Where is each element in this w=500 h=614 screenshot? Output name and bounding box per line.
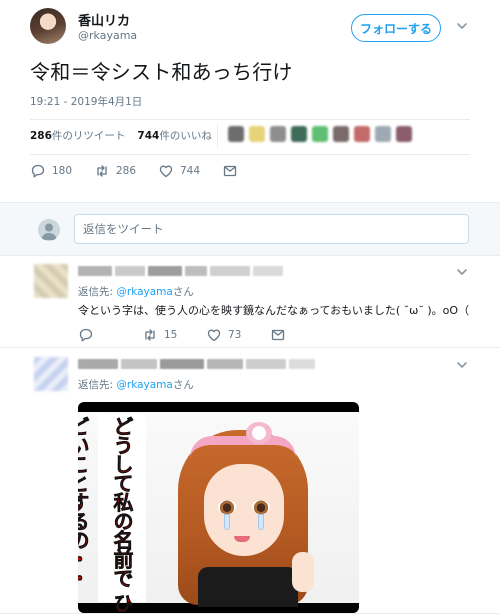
reply-button[interactable]: 180 <box>30 163 94 179</box>
retweet-button[interactable]: 15 <box>142 327 206 343</box>
user-avatar <box>38 219 60 241</box>
retweet-count: 15 <box>164 329 178 341</box>
dm-button[interactable] <box>270 327 334 343</box>
reply-icon <box>31 164 45 178</box>
reply-media-image[interactable]: どうして私の名前で ひどいことするの・・ <box>78 402 359 613</box>
retweet-button[interactable]: 286 <box>94 163 158 179</box>
default-user-icon <box>41 223 57 240</box>
tweet-stats: 286件のリツイート 744件のいいね <box>30 128 212 143</box>
like-button[interactable]: 73 <box>206 327 270 343</box>
reply-to-context: 返信先: @rkayamaさん <box>78 284 194 299</box>
retweet-icon <box>97 165 107 177</box>
doll-tear <box>258 514 264 530</box>
reply-to-context: 返信先: @rkayamaさん <box>78 377 194 392</box>
liker-avatar[interactable] <box>354 126 370 142</box>
like-count: 73 <box>228 329 242 341</box>
reply-icon <box>79 328 93 342</box>
doll-face <box>204 464 284 556</box>
reply-to-handle[interactable]: @rkayama <box>116 286 172 298</box>
reply-to-suffix: さん <box>172 379 194 391</box>
tweet-text: 令和＝令シスト和あっち行け <box>30 60 293 84</box>
reply-author-name-blurred[interactable] <box>78 359 315 369</box>
like-stat-label[interactable]: 件のいいね <box>159 130 212 142</box>
liker-avatar[interactable] <box>312 126 328 142</box>
heart-icon <box>207 329 221 342</box>
retweet-count-stat[interactable]: 286 <box>30 130 52 142</box>
doll-dress <box>198 567 298 607</box>
reply-tweet: 返信先: @rkayamaさん 令という字は、使う人の心を映す鏡なんだなぁってお… <box>0 256 500 348</box>
reply-to-prefix: 返信先: <box>78 286 117 298</box>
heart-icon <box>159 165 173 178</box>
doll-hand <box>292 552 314 592</box>
reply-button[interactable] <box>78 327 142 343</box>
liker-avatar[interactable] <box>333 126 349 142</box>
reply-to-prefix: 返信先: <box>78 379 117 391</box>
reply-text: 令という字は、使う人の心を映す鏡なんだなぁっておもいました( ˘ω˘ )。oO（ <box>78 304 470 317</box>
reply-to-handle[interactable]: @rkayama <box>116 379 172 391</box>
doll-tear <box>224 514 230 530</box>
retweet-count: 286 <box>116 165 137 177</box>
liker-avatar[interactable] <box>270 126 286 142</box>
retweet-icon <box>145 329 155 341</box>
stats-separator <box>217 124 218 148</box>
image-caption: どうして私の名前で ひどいことするの・・ <box>78 416 134 613</box>
reply-tweet: 返信先: @rkayamaさん どうして私の名前で ひどいことするの・・ <box>0 349 500 614</box>
reply-author-avatar[interactable] <box>34 264 68 298</box>
like-button[interactable]: 744 <box>158 163 222 179</box>
like-count: 744 <box>180 165 201 177</box>
follow-button[interactable]: フォローする <box>351 14 441 42</box>
envelope-icon <box>223 165 237 177</box>
liker-avatar[interactable] <box>291 126 307 142</box>
author-avatar[interactable] <box>30 8 66 44</box>
doll-eye <box>218 500 236 514</box>
reply-count: 180 <box>52 165 73 177</box>
reply-author-name-blurred[interactable] <box>78 266 283 276</box>
reply-input[interactable]: 返信をツイート <box>74 214 469 244</box>
liker-avatar[interactable] <box>396 126 412 142</box>
reply-compose-area: 返信をツイート <box>0 202 500 256</box>
liker-avatar[interactable] <box>249 126 265 142</box>
main-tweet: 香山リカ @rkayama フォローする 令和＝令シスト和あっち行け 19:21… <box>0 0 500 200</box>
reply-author-avatar[interactable] <box>34 357 68 391</box>
doll-bow <box>246 422 272 444</box>
like-count-stat[interactable]: 744 <box>137 130 159 142</box>
reply-to-suffix: さん <box>172 286 194 298</box>
liker-avatars <box>228 126 412 142</box>
tweet-timestamp[interactable]: 19:21 - 2019年4月1日 <box>30 94 142 109</box>
chevron-down-icon[interactable] <box>455 265 469 279</box>
author-display-name[interactable]: 香山リカ <box>78 10 130 29</box>
doll-eye <box>252 500 270 514</box>
chevron-down-icon[interactable] <box>455 358 469 372</box>
tweet-actions: 180 286 744 <box>30 163 286 179</box>
retweet-stat-label[interactable]: 件のリツイート <box>52 130 126 142</box>
liker-avatar[interactable] <box>228 126 244 142</box>
liker-avatar[interactable] <box>375 126 391 142</box>
divider <box>30 154 470 155</box>
reply-actions: 15 73 <box>78 327 334 343</box>
doll-headband <box>190 436 296 458</box>
envelope-icon <box>271 329 285 341</box>
author-screen-name[interactable]: @rkayama <box>78 29 137 42</box>
dm-button[interactable] <box>222 163 286 179</box>
chevron-down-icon[interactable] <box>455 19 469 33</box>
divider <box>30 119 470 120</box>
